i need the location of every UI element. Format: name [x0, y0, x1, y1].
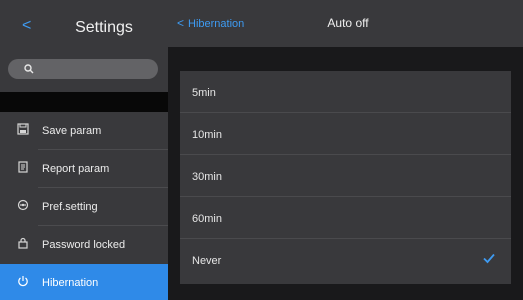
panel-header: < Hibernation Auto off [168, 0, 523, 47]
save-icon [16, 123, 30, 137]
lock-icon [16, 237, 30, 251]
back-button[interactable]: < Hibernation [177, 16, 244, 31]
sidebar-item-label: Password locked [42, 239, 126, 251]
settings-sidebar: < Settings Save param Report param Pref.… [0, 0, 168, 300]
option-label: 30min [192, 171, 222, 183]
sidebar-menu: Save param Report param Pref.setting Pas… [0, 112, 168, 300]
search-icon [24, 61, 34, 78]
page-title: Auto off [327, 16, 369, 30]
chevron-left-icon: < [177, 16, 185, 30]
sidebar-item-pref-setting[interactable]: Pref.setting [0, 188, 168, 226]
sidebar-divider-band [0, 92, 168, 112]
option-label: 10min [192, 129, 222, 141]
option-60min[interactable]: 60min [180, 197, 511, 239]
option-label: 5min [192, 87, 216, 99]
sidebar-item-label: Save param [42, 125, 102, 137]
auto-off-panel: < Hibernation Auto off 5min 10min 30min 6… [168, 0, 523, 300]
sidebar-item-report-param[interactable]: Report param [0, 150, 168, 188]
sidebar-item-password-locked[interactable]: Password locked [0, 226, 168, 264]
sidebar-header: < Settings [0, 0, 168, 50]
sidebar-item-label: Hibernation [42, 277, 99, 289]
sidebar-item-save-param[interactable]: Save param [0, 112, 168, 150]
auto-off-options: 5min 10min 30min 60min Never [180, 71, 511, 284]
preference-icon [16, 199, 30, 213]
back-chevron-icon[interactable]: < [22, 18, 31, 34]
search-input[interactable] [8, 59, 158, 79]
sidebar-item-label: Pref.setting [42, 201, 98, 213]
sidebar-title: Settings [75, 19, 133, 36]
option-30min[interactable]: 30min [180, 155, 511, 197]
sidebar-item-hibernation[interactable]: Hibernation [0, 264, 168, 300]
option-label: Never [192, 255, 222, 267]
power-icon [16, 275, 30, 289]
option-never[interactable]: Never [180, 239, 511, 284]
sidebar-item-label: Report param [42, 163, 110, 175]
option-5min[interactable]: 5min [180, 71, 511, 113]
checkmark-icon [481, 250, 497, 266]
back-label: Hibernation [188, 18, 245, 30]
option-label: 60min [192, 213, 222, 225]
option-10min[interactable]: 10min [180, 113, 511, 155]
report-icon [16, 161, 30, 175]
search-bar-container [0, 50, 168, 92]
